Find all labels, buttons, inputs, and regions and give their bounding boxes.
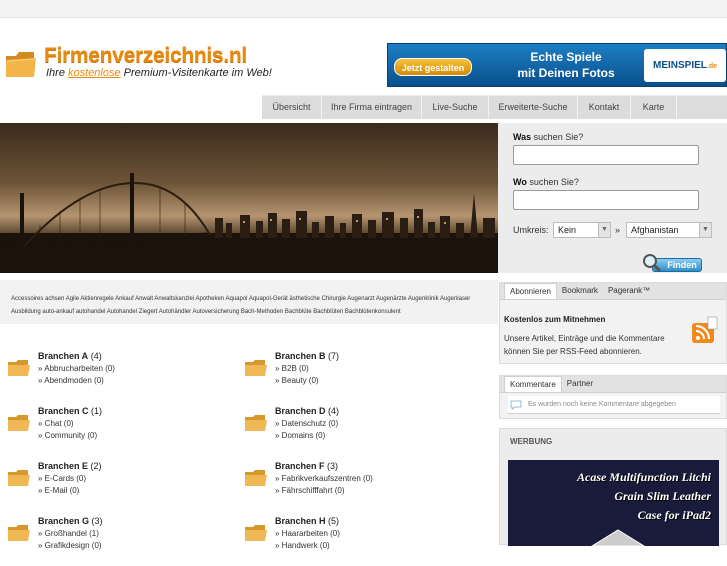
category-link[interactable]: » Abendmoden (0) — [38, 376, 104, 385]
folder-icon — [245, 360, 267, 376]
search-panel: Was suchen Sie? Wo suchen Sie? Umkreis: … — [498, 123, 727, 273]
folder-icon — [8, 470, 30, 486]
category-link[interactable]: » Fährschifffahrt (0) — [275, 486, 345, 495]
find-button[interactable]: Finden — [642, 253, 702, 273]
tab-bookmark[interactable]: Bookmark — [557, 283, 603, 299]
category-link[interactable]: » Beauty (0) — [275, 376, 319, 385]
category-title[interactable]: Branchen H (5) — [275, 516, 339, 526]
ad-brand-logo: MEINSPIEL.de — [644, 49, 726, 82]
tab-kommentare[interactable]: Kommentare — [504, 376, 562, 392]
werbung-ad-line: Acase Multifunction Litchi — [576, 470, 711, 484]
ad-headline: Echte Spiele — [530, 50, 602, 64]
category-link[interactable]: » B2B (0) — [275, 364, 309, 373]
category-a: Branchen A (4) » Abbrucharbeiten (0) » A… — [0, 351, 230, 401]
comment-bubble-icon — [510, 400, 522, 410]
umkreis-select[interactable]: Kein ▼ — [553, 222, 611, 238]
logo-tagline: Ihre kostenlose Premium-Visitenkarte im … — [46, 67, 272, 79]
separator: » — [615, 225, 621, 235]
category-h: Branchen H (5) » Haararbeiten (0) » Hand… — [237, 516, 467, 566]
werbung-ad-image[interactable]: Acase Multifunction Litchi Grain Slim Le… — [508, 460, 719, 546]
category-link[interactable]: » Fabrikverkaufszentren (0) — [275, 474, 373, 483]
nav-item-uebersicht[interactable]: Übersicht — [262, 96, 322, 119]
werbung-ad-line: Case for iPad2 — [637, 508, 711, 522]
tag-cloud[interactable]: Accessoires achsen Agile Aktienregele An… — [0, 280, 498, 324]
nav-item-firma-eintragen[interactable]: Ihre Firma eintragen — [322, 96, 422, 119]
werbung-ad-line: Grain Slim Leather — [614, 489, 711, 503]
category-e: Branchen E (2) » E-Cards (0) » E-Mail (0… — [0, 461, 230, 511]
logo-title[interactable]: Firmenverzeichnis.nl — [44, 44, 247, 68]
main-nav: Übersicht Ihre Firma eintragen Live-Such… — [262, 95, 727, 119]
country-select[interactable]: Afghanistan ▼ — [626, 222, 712, 238]
was-input[interactable] — [513, 145, 699, 165]
ad-banner[interactable]: Jetzt gestalten Echte Spiele mit Deinen … — [387, 43, 727, 87]
wo-input[interactable] — [513, 190, 699, 210]
nav-item-live-suche[interactable]: Live-Suche — [422, 96, 489, 119]
werbung-title: WERBUNG — [510, 437, 553, 446]
category-link[interactable]: » E-Cards (0) — [38, 474, 86, 483]
category-c: Branchen C (1) » Chat (0) » Community (0… — [0, 406, 230, 456]
category-b: Branchen B (7) » B2B (0) » Beauty (0) — [237, 351, 467, 401]
was-label: Was suchen Sie? — [513, 132, 584, 142]
category-link[interactable]: » Datenschutz (0) — [275, 419, 338, 428]
hero-city-image — [0, 123, 498, 273]
category-title[interactable]: Branchen B (7) — [275, 351, 339, 361]
category-link[interactable]: » Chat (0) — [38, 419, 74, 428]
categories-grid: Branchen A (4) » Abbrucharbeiten (0) » A… — [0, 345, 498, 550]
comments-box: Kommentare Partner Es wurden noch keine … — [499, 375, 727, 419]
folder-icon — [245, 415, 267, 431]
rss-title: Kostenlos zum Mitnehmen — [504, 315, 606, 324]
nav-item-kontakt[interactable]: Kontakt — [578, 96, 631, 119]
tab-abonnieren[interactable]: Abonnieren — [504, 283, 557, 299]
rss-text: Unsere Artikel, Einträge und die Komment… — [504, 334, 665, 356]
umkreis-label: Umkreis: — [513, 225, 549, 235]
category-g: Branchen G (3) » Großhandel (1) » Grafik… — [0, 516, 230, 566]
category-link[interactable]: » Community (0) — [38, 431, 97, 440]
category-title[interactable]: Branchen A (4) — [38, 351, 102, 361]
chevron-down-icon: ▼ — [699, 223, 711, 237]
ad-subline: mit Deinen Fotos — [517, 66, 615, 80]
category-link[interactable]: » Handwerk (0) — [275, 541, 330, 550]
category-link[interactable]: » Großhandel (1) — [38, 529, 99, 538]
nav-item-erweiterte-suche[interactable]: Erweiterte-Suche — [489, 96, 578, 119]
folder-icon — [245, 470, 267, 486]
folder-icon — [8, 525, 30, 541]
folder-icon — [8, 415, 30, 431]
category-link[interactable]: » Abbrucharbeiten (0) — [38, 364, 115, 373]
category-title[interactable]: Branchen E (2) — [38, 461, 102, 471]
comments-tabs: Kommentare Partner — [500, 376, 726, 393]
tab-partner[interactable]: Partner — [562, 376, 598, 392]
magnifier-icon — [643, 254, 662, 273]
category-link[interactable]: » E-Mail (0) — [38, 486, 79, 495]
subscribe-tabs: Abonnieren Bookmark Pagerank™ — [500, 283, 726, 300]
category-link[interactable]: » Domains (0) — [275, 431, 325, 440]
tab-pagerank[interactable]: Pagerank™ — [603, 283, 655, 299]
top-strip — [0, 0, 727, 18]
folder-icon — [245, 525, 267, 541]
no-comments-row: Es wurden noch keine Kommentare abgegebe… — [508, 396, 720, 414]
wo-label: Wo suchen Sie? — [513, 177, 579, 187]
werbung-box: WERBUNG Acase Multifunction Litchi Grain… — [499, 428, 727, 546]
ad-cta-button[interactable]: Jetzt gestalten — [394, 58, 472, 76]
category-link[interactable]: » Haararbeiten (0) — [275, 529, 340, 538]
category-title[interactable]: Branchen C (1) — [38, 406, 102, 416]
category-title[interactable]: Branchen D (4) — [275, 406, 339, 416]
rss-feed-icon[interactable] — [688, 315, 720, 347]
category-title[interactable]: Branchen F (3) — [275, 461, 338, 471]
category-d: Branchen D (4) » Datenschutz (0) » Domai… — [237, 406, 467, 456]
category-f: Branchen F (3) » Fabrikverkaufszentren (… — [237, 461, 467, 511]
folder-icon — [8, 360, 30, 376]
category-title[interactable]: Branchen G (3) — [38, 516, 103, 526]
nav-item-karte[interactable]: Karte — [631, 96, 677, 119]
ipad-case-image — [591, 529, 645, 546]
folder-logo-icon — [6, 52, 36, 77]
subscribe-box: Abonnieren Bookmark Pagerank™ Kostenlos … — [499, 282, 727, 364]
category-link[interactable]: » Grafikdesign (0) — [38, 541, 102, 550]
no-comments-text: Es wurden noch keine Kommentare abgegebe… — [528, 401, 676, 408]
chevron-down-icon: ▼ — [598, 223, 610, 237]
